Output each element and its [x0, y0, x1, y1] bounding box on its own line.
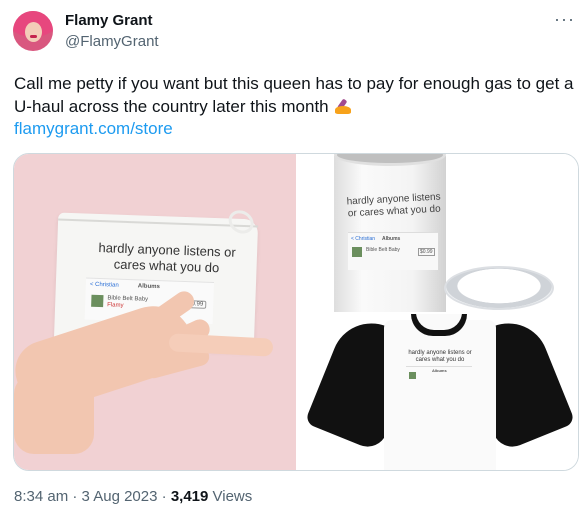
- shirt-print-ui: Albums: [406, 366, 472, 384]
- tweet-meta: 8:34 am · 3 Aug 2023 · 3,419 Views: [14, 488, 252, 505]
- print-title: Albums: [382, 236, 401, 242]
- avatar[interactable]: [13, 11, 53, 51]
- print-artist: Flamy: [107, 302, 124, 309]
- tumbler-photo[interactable]: hardly anyone listens or cares what you …: [298, 154, 578, 312]
- tweet-header: Flamy Grant @FlamyGrant ···: [13, 9, 575, 53]
- zipper-pull: [224, 205, 259, 239]
- views-label: Views: [208, 488, 253, 505]
- print-price: $0.99: [418, 248, 435, 256]
- tumbler-lid: [444, 266, 554, 310]
- print-back-link: < Christian: [351, 236, 376, 242]
- hand-wrist: [14, 374, 94, 454]
- print-album-thumb: [352, 247, 362, 257]
- flame-shape: [335, 106, 352, 114]
- shirt-body: [384, 320, 496, 470]
- print-title: Albums: [137, 283, 160, 291]
- tumbler-print-text: hardly anyone listens or cares what you …: [346, 191, 441, 220]
- tweet-time[interactable]: 8:34 am: [14, 488, 68, 505]
- print-back-link: < Christian: [89, 281, 119, 289]
- tweet-date[interactable]: 3 Aug 2023: [82, 488, 158, 505]
- avatar-lips: [30, 35, 37, 38]
- meta-separator: ·: [68, 488, 82, 505]
- tumbler-print-ui: < Christian Albums Bible Belt Baby $0.99: [348, 232, 438, 270]
- store-link[interactable]: flamygrant.com/store: [14, 119, 173, 139]
- lipstick-fire-emoji: [333, 97, 353, 115]
- shirt-photo[interactable]: hardly anyone listens or cares what you …: [298, 314, 578, 470]
- print-album-thumb: [409, 372, 416, 379]
- print-album-thumb: [91, 294, 104, 308]
- avatar-face: [25, 22, 42, 42]
- views-count: 3,419: [170, 488, 209, 505]
- media-grid: hardly anyone listens or cares what you …: [13, 153, 579, 471]
- tweet-body: Call me petty if you want but this queen…: [14, 74, 574, 116]
- author-handle[interactable]: @FlamyGrant: [65, 33, 159, 50]
- meta-separator: ·: [157, 488, 171, 505]
- pouch-photo[interactable]: hardly anyone listens or cares what you …: [14, 154, 296, 470]
- ellipsis-icon[interactable]: ···: [554, 9, 575, 30]
- print-title: Albums: [432, 368, 447, 373]
- author-name[interactable]: Flamy Grant: [65, 12, 153, 29]
- shirt-print-text: hardly anyone listens or cares what you …: [408, 350, 472, 363]
- print-song: Bible Belt Baby: [366, 247, 400, 253]
- pouch-print-text: hardly anyone listens or cares what you …: [98, 239, 237, 276]
- tweet-text: Call me petty if you want but this queen…: [14, 72, 579, 118]
